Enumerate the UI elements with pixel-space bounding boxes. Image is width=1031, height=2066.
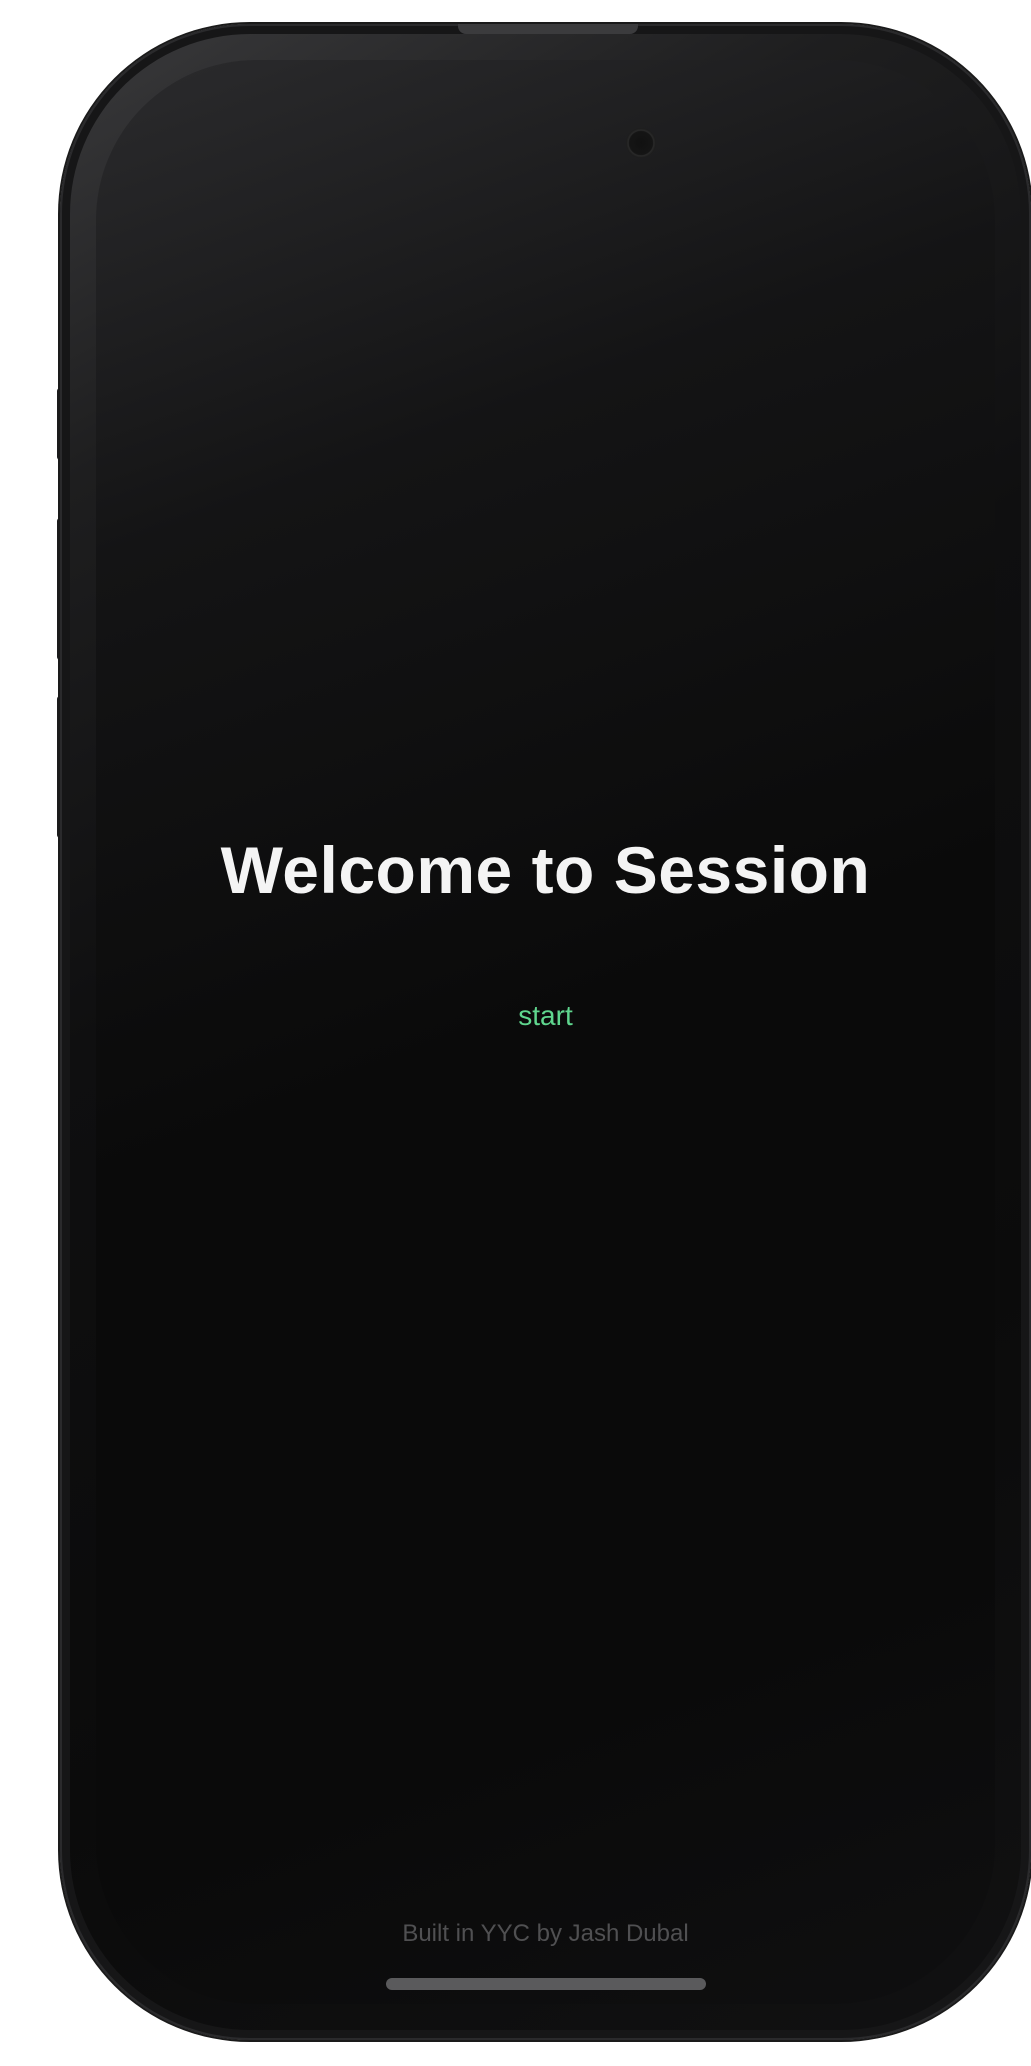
app-screen bbox=[96, 60, 995, 2004]
phone-frame: Welcome to Session start Built in YYC by… bbox=[60, 24, 1031, 2040]
welcome-title: Welcome to Session bbox=[220, 833, 871, 907]
start-button[interactable]: start bbox=[60, 1000, 1031, 1032]
speaker-bar bbox=[458, 24, 638, 34]
footer-credit: Built in YYC by Jash Dubal bbox=[402, 1920, 689, 1947]
home-indicator[interactable] bbox=[386, 1978, 706, 1990]
front-camera-icon bbox=[626, 128, 656, 158]
